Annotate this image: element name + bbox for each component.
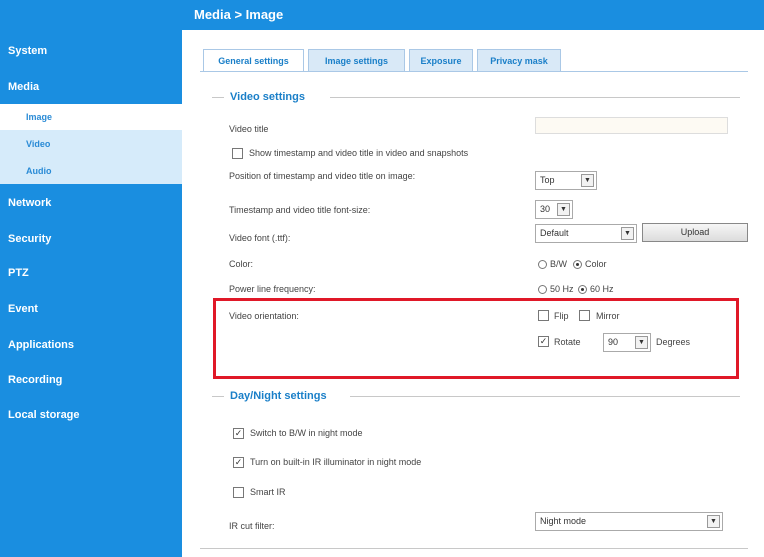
- video-orientation-label: Video orientation:: [229, 311, 299, 321]
- ir-illuminator-label: Turn on built-in IR illuminator in night…: [250, 457, 422, 467]
- section-rule-right: [330, 97, 740, 98]
- flip-checkbox[interactable]: [538, 310, 549, 321]
- section-rule-left: [212, 97, 224, 98]
- position-select-value: Top: [540, 175, 555, 185]
- video-title-label: Video title: [229, 124, 269, 134]
- mirror-label: Mirror: [596, 311, 620, 321]
- power-60hz-radio[interactable]: [578, 285, 587, 294]
- power-50hz-radio[interactable]: [538, 285, 547, 294]
- switch-bw-label: Switch to B/W in night mode: [250, 428, 363, 438]
- mirror-checkbox[interactable]: [579, 310, 590, 321]
- chevron-down-icon: ▼: [621, 227, 634, 240]
- sidebar-item-event[interactable]: Event: [0, 302, 182, 316]
- smart-ir-checkbox[interactable]: [233, 487, 244, 498]
- sidebar-media-submenu: Image Video Audio: [0, 104, 182, 184]
- ir-cut-filter-label: IR cut filter:: [229, 521, 275, 531]
- sidebar: System Media Image Video Audio Network S…: [0, 0, 182, 557]
- sidebar-item-ptz[interactable]: PTZ: [0, 266, 182, 280]
- fontsize-select-value: 30: [540, 204, 551, 214]
- sidebar-item-applications[interactable]: Applications: [0, 338, 182, 352]
- degrees-label: Degrees: [656, 337, 691, 347]
- sidebar-subitem-audio[interactable]: Audio: [0, 158, 182, 184]
- sidebar-item-network[interactable]: Network: [0, 196, 182, 210]
- sidebar-item-local-storage[interactable]: Local storage: [0, 408, 182, 422]
- sidebar-item-security[interactable]: Security: [0, 232, 182, 246]
- section-rule-left: [212, 396, 224, 397]
- video-settings-heading: Video settings: [230, 91, 305, 103]
- chevron-down-icon: ▼: [707, 515, 720, 528]
- upload-button[interactable]: Upload: [642, 223, 748, 242]
- sidebar-subitem-image[interactable]: Image: [0, 104, 182, 130]
- sidebar-item-recording[interactable]: Recording: [0, 373, 182, 387]
- rotate-label: Rotate: [554, 337, 581, 347]
- video-title-input[interactable]: [535, 117, 728, 134]
- fontsize-label: Timestamp and video title font-size:: [229, 205, 371, 215]
- sidebar-item-system[interactable]: System: [0, 44, 182, 58]
- ir-cut-filter-select[interactable]: Night mode ▼: [535, 512, 723, 531]
- sidebar-item-media[interactable]: Media: [0, 80, 182, 94]
- smart-ir-label: Smart IR: [250, 487, 286, 497]
- color-color-label: Color: [585, 259, 607, 269]
- fontsize-select[interactable]: 30 ▼: [535, 200, 573, 219]
- content-bottom-rule: [200, 548, 748, 549]
- chevron-down-icon: ▼: [557, 203, 570, 216]
- section-rule-right: [350, 396, 740, 397]
- rotate-degrees-select[interactable]: 90 ▼: [603, 333, 651, 352]
- power-50hz-label: 50 Hz: [550, 284, 574, 294]
- tab-privacy-mask[interactable]: Privacy mask: [477, 49, 561, 71]
- video-font-select-value: Default: [540, 228, 569, 238]
- switch-bw-checkbox[interactable]: ✓: [233, 428, 244, 439]
- sidebar-subitem-video[interactable]: Video: [0, 131, 182, 157]
- tab-image-settings[interactable]: Image settings: [308, 49, 405, 71]
- ir-cut-filter-value: Night mode: [540, 516, 587, 526]
- chevron-down-icon: ▼: [581, 174, 594, 187]
- rotate-degrees-value: 90: [608, 337, 619, 347]
- daynight-settings-heading: Day/Night settings: [230, 390, 327, 402]
- check-icon: ✓: [539, 336, 548, 346]
- tab-exposure[interactable]: Exposure: [409, 49, 473, 71]
- rotate-checkbox[interactable]: ✓: [538, 336, 549, 347]
- tab-divider: [200, 71, 748, 72]
- color-color-radio[interactable]: [573, 260, 582, 269]
- check-icon: ✓: [234, 457, 243, 467]
- show-timestamp-label: Show timestamp and video title in video …: [249, 148, 469, 158]
- chevron-down-icon: ▼: [635, 336, 648, 349]
- color-label: Color:: [229, 259, 254, 269]
- power-60hz-label: 60 Hz: [590, 284, 614, 294]
- power-frequency-label: Power line frequency:: [229, 284, 316, 294]
- page-title: Media > Image: [182, 0, 764, 30]
- ir-illuminator-checkbox[interactable]: ✓: [233, 457, 244, 468]
- color-bw-radio[interactable]: [538, 260, 547, 269]
- color-bw-label: B/W: [550, 259, 567, 269]
- position-label: Position of timestamp and video title on…: [229, 171, 416, 181]
- position-select[interactable]: Top ▼: [535, 171, 597, 190]
- tab-general-settings[interactable]: General settings: [203, 49, 304, 71]
- flip-label: Flip: [554, 311, 569, 321]
- show-timestamp-checkbox[interactable]: [232, 148, 243, 159]
- check-icon: ✓: [234, 428, 243, 438]
- video-font-select[interactable]: Default ▼: [535, 224, 637, 243]
- video-font-label: Video font (.ttf):: [229, 233, 291, 243]
